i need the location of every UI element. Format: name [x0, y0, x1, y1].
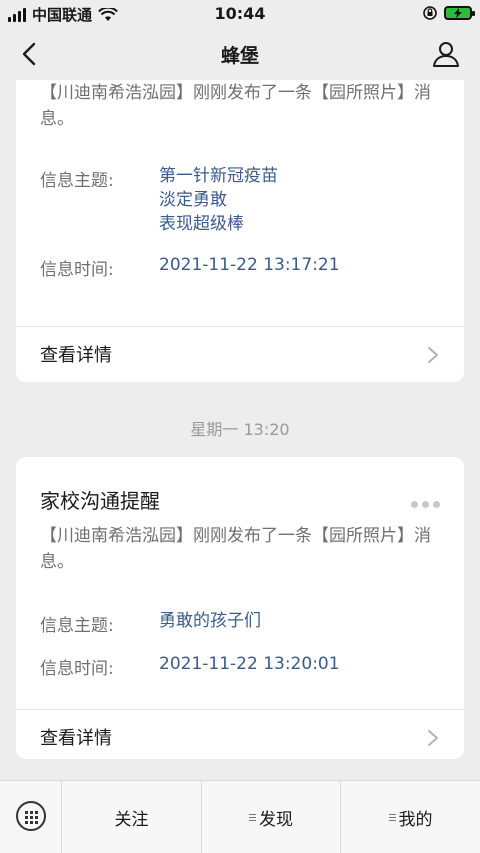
battery-icon: [444, 6, 475, 20]
tab-mine-label: 我的: [398, 810, 433, 830]
topic-label: 信息主题:: [40, 171, 114, 191]
keyboard-toggle[interactable]: [0, 781, 62, 853]
card-title: 家校沟通提醒: [40, 489, 160, 513]
keyboard-icon: [16, 801, 46, 831]
card-description: 【川迪南希浩泓园】刚刚发布了一条【园所照片】消息。: [40, 83, 431, 129]
topic-line: 淡定勇敢: [159, 190, 227, 210]
topic-value: 勇敢的孩子们: [159, 611, 261, 631]
status-time: 10:44: [214, 4, 266, 23]
submenu-icon: [388, 814, 396, 821]
status-bar: 中国联通 10:44: [0, 0, 480, 28]
chevron-right-icon: [428, 347, 438, 363]
view-details-row[interactable]: 查看详情: [16, 326, 464, 382]
tab-discover-label: 发现: [259, 810, 293, 830]
submenu-icon: [249, 814, 256, 821]
view-details-label: 查看详情: [40, 345, 112, 366]
user-profile-icon[interactable]: [432, 40, 460, 68]
tab-mine[interactable]: 我的: [341, 781, 480, 853]
more-options-icon[interactable]: [411, 501, 440, 508]
time-label: 信息时间:: [40, 260, 114, 280]
tab-follow[interactable]: 关注: [62, 781, 202, 853]
view-details-row[interactable]: 查看详情: [16, 709, 464, 765]
orientation-lock-icon: [423, 6, 437, 20]
time-value: 2021-11-22 13:20:01: [159, 654, 340, 674]
topic-line: 表现超级棒: [159, 214, 244, 234]
nav-bar: 蜂堡: [0, 28, 480, 80]
message-card: 家校沟通提醒 【川迪南希浩泓园】刚刚发布了一条【园所照片】消息。 信息主题: 勇…: [16, 457, 464, 759]
topic-label: 信息主题:: [40, 616, 114, 636]
view-details-label: 查看详情: [40, 728, 112, 749]
chevron-right-icon: [428, 730, 438, 746]
message-card: 【川迪南希浩泓园】刚刚发布了一条【园所照片】消息。 信息主题: 第一针新冠疫苗 …: [16, 80, 464, 382]
tab-discover[interactable]: 发现: [202, 781, 341, 853]
card-description: 【川迪南希浩泓园】刚刚发布了一条【园所照片】消息。: [40, 526, 431, 572]
tab-follow-label: 关注: [114, 810, 149, 830]
time-value: 2021-11-22 13:17:21: [159, 255, 340, 275]
time-separator: 星期一 13:20: [190, 420, 290, 439]
bottom-tab-bar: 关注 发现 我的: [0, 780, 480, 853]
status-right: [422, 5, 475, 21]
time-label: 信息时间:: [40, 659, 114, 679]
topic-line: 第一针新冠疫苗: [159, 166, 278, 186]
page-title: 蜂堡: [220, 45, 259, 67]
message-list[interactable]: 【川迪南希浩泓园】刚刚发布了一条【园所照片】消息。 信息主题: 第一针新冠疫苗 …: [0, 80, 480, 780]
